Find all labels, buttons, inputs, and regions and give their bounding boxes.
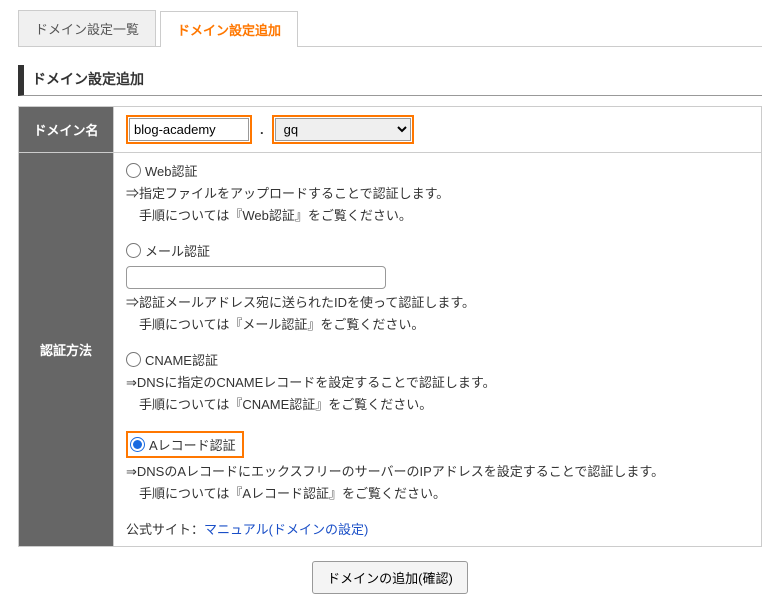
auth-web-title: Web認証	[145, 161, 198, 180]
auth-arec-radio[interactable]	[130, 437, 145, 452]
tab-domain-add[interactable]: ドメイン設定追加	[160, 11, 298, 47]
official-link[interactable]: マニュアル(ドメインの設定)	[204, 522, 368, 537]
auth-mail-input[interactable]	[126, 266, 386, 289]
auth-web-block: Web認証 ⇒指定ファイルをアップロードすることで認証します。 手順については『…	[126, 161, 749, 227]
auth-cname-desc2: 手順については『CNAME認証』をご覧ください。	[126, 394, 749, 416]
auth-arec-desc1: ⇒DNSのAレコードにエックスフリーのサーバーのIPアドレスを設定することで認証…	[126, 461, 749, 483]
tab-domain-list[interactable]: ドメイン設定一覧	[18, 10, 156, 46]
section-title: ドメイン設定追加	[18, 65, 762, 96]
domain-name-input[interactable]	[129, 118, 249, 141]
official-site-row: 公式サイト：マニュアル(ドメインの設定)	[126, 519, 749, 538]
cell-auth-method: Web認証 ⇒指定ファイルをアップロードすることで認証します。 手順については『…	[114, 153, 762, 547]
auth-cname-title: CNAME認証	[145, 350, 218, 369]
tabs: ドメイン設定一覧 ドメイン設定追加	[18, 10, 762, 47]
auth-cname-desc1: ⇒DNSに指定のCNAMEレコードを設定することで認証します。	[126, 372, 749, 394]
auth-cname-radio[interactable]	[126, 352, 141, 367]
auth-mail-desc1: ⇒認証メールアドレス宛に送られたIDを使って認証します。	[126, 292, 749, 314]
auth-web-radio[interactable]	[126, 163, 141, 178]
auth-cname-block: CNAME認証 ⇒DNSに指定のCNAMEレコードを設定することで認証します。 …	[126, 350, 749, 416]
auth-arec-title: Aレコード認証	[149, 435, 236, 454]
cell-domain-name: . gq	[114, 107, 762, 153]
auth-mail-block: メール認証 ⇒認証メールアドレス宛に送られたIDを使って認証します。 手順につい…	[126, 241, 749, 336]
domain-dot: .	[260, 122, 264, 137]
official-label: 公式サイト：	[126, 522, 204, 537]
submit-add-domain-button[interactable]: ドメインの追加(確認)	[312, 561, 468, 594]
auth-web-desc2: 手順については『Web認証』をご覧ください。	[126, 205, 749, 227]
auth-web-desc1: ⇒指定ファイルをアップロードすることで認証します。	[126, 183, 749, 205]
domain-tld-select[interactable]: gq	[275, 118, 411, 141]
auth-mail-title: メール認証	[145, 241, 210, 260]
domain-form-table: ドメイン名 . gq 認証方法 Web認証	[18, 106, 762, 547]
auth-mail-radio[interactable]	[126, 243, 141, 258]
auth-arec-block: Aレコード認証 ⇒DNSのAレコードにエックスフリーのサーバーのIPアドレスを設…	[126, 431, 749, 505]
label-auth-method: 認証方法	[19, 153, 114, 547]
auth-arec-desc2: 手順については『Aレコード認証』をご覧ください。	[126, 483, 749, 505]
label-domain-name: ドメイン名	[19, 107, 114, 153]
auth-mail-desc2: 手順については『メール認証』をご覧ください。	[126, 314, 749, 336]
